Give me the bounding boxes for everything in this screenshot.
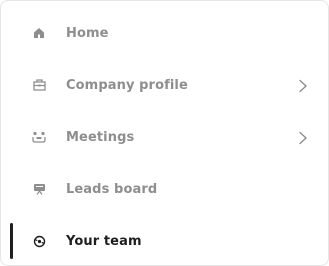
nav-item-home[interactable]: Home	[1, 7, 328, 59]
nav-item-label: Leads board	[66, 181, 158, 197]
nav-list: Home Company profile Meetings Leads boar…	[1, 7, 328, 265]
nav-item-label: Home	[66, 25, 109, 41]
home-icon	[32, 26, 46, 40]
nav-item-label: Your team	[66, 233, 142, 249]
team-icon	[32, 234, 46, 248]
building-icon	[32, 78, 46, 92]
nav-item-company-profile[interactable]: Company profile	[1, 59, 328, 111]
meetings-icon	[32, 130, 46, 144]
active-indicator	[10, 223, 13, 259]
sidebar-nav: Home Company profile Meetings Leads boar…	[0, 0, 329, 266]
chevron-right-icon	[298, 78, 308, 93]
nav-item-leads-board[interactable]: Leads board	[1, 163, 328, 215]
chevron-right-icon	[298, 130, 308, 145]
nav-item-label: Meetings	[66, 129, 135, 145]
nav-item-label: Company profile	[66, 77, 188, 93]
nav-item-meetings[interactable]: Meetings	[1, 111, 328, 163]
nav-item-your-team[interactable]: Your team	[1, 215, 328, 265]
board-icon	[32, 182, 46, 196]
